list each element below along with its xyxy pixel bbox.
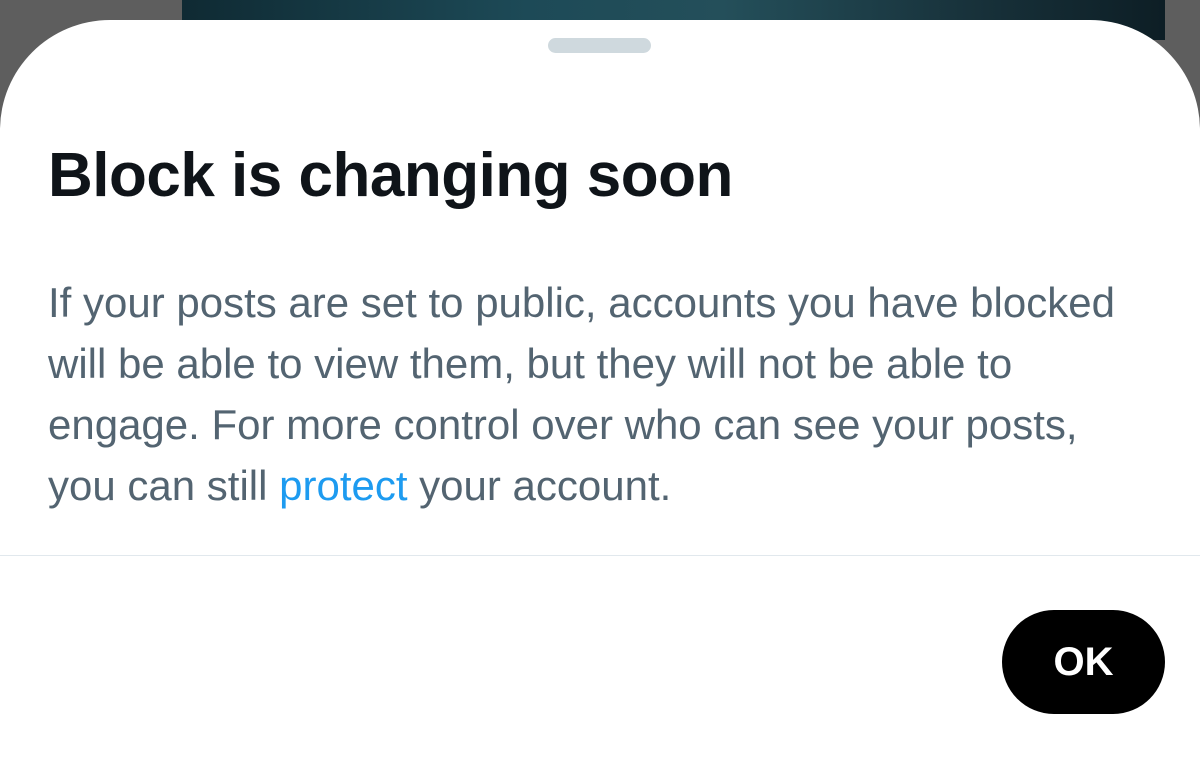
dialog-title: Block is changing soon bbox=[48, 141, 733, 210]
protect-account-link[interactable]: protect bbox=[279, 462, 407, 509]
bottom-sheet-dialog: Block is changing soon If your posts are… bbox=[0, 20, 1200, 767]
message-text-end: your account. bbox=[407, 462, 672, 509]
drag-handle[interactable] bbox=[548, 38, 651, 53]
dialog-message: If your posts are set to public, account… bbox=[48, 272, 1148, 516]
ok-button[interactable]: OK bbox=[1002, 610, 1165, 714]
divider bbox=[0, 555, 1200, 556]
